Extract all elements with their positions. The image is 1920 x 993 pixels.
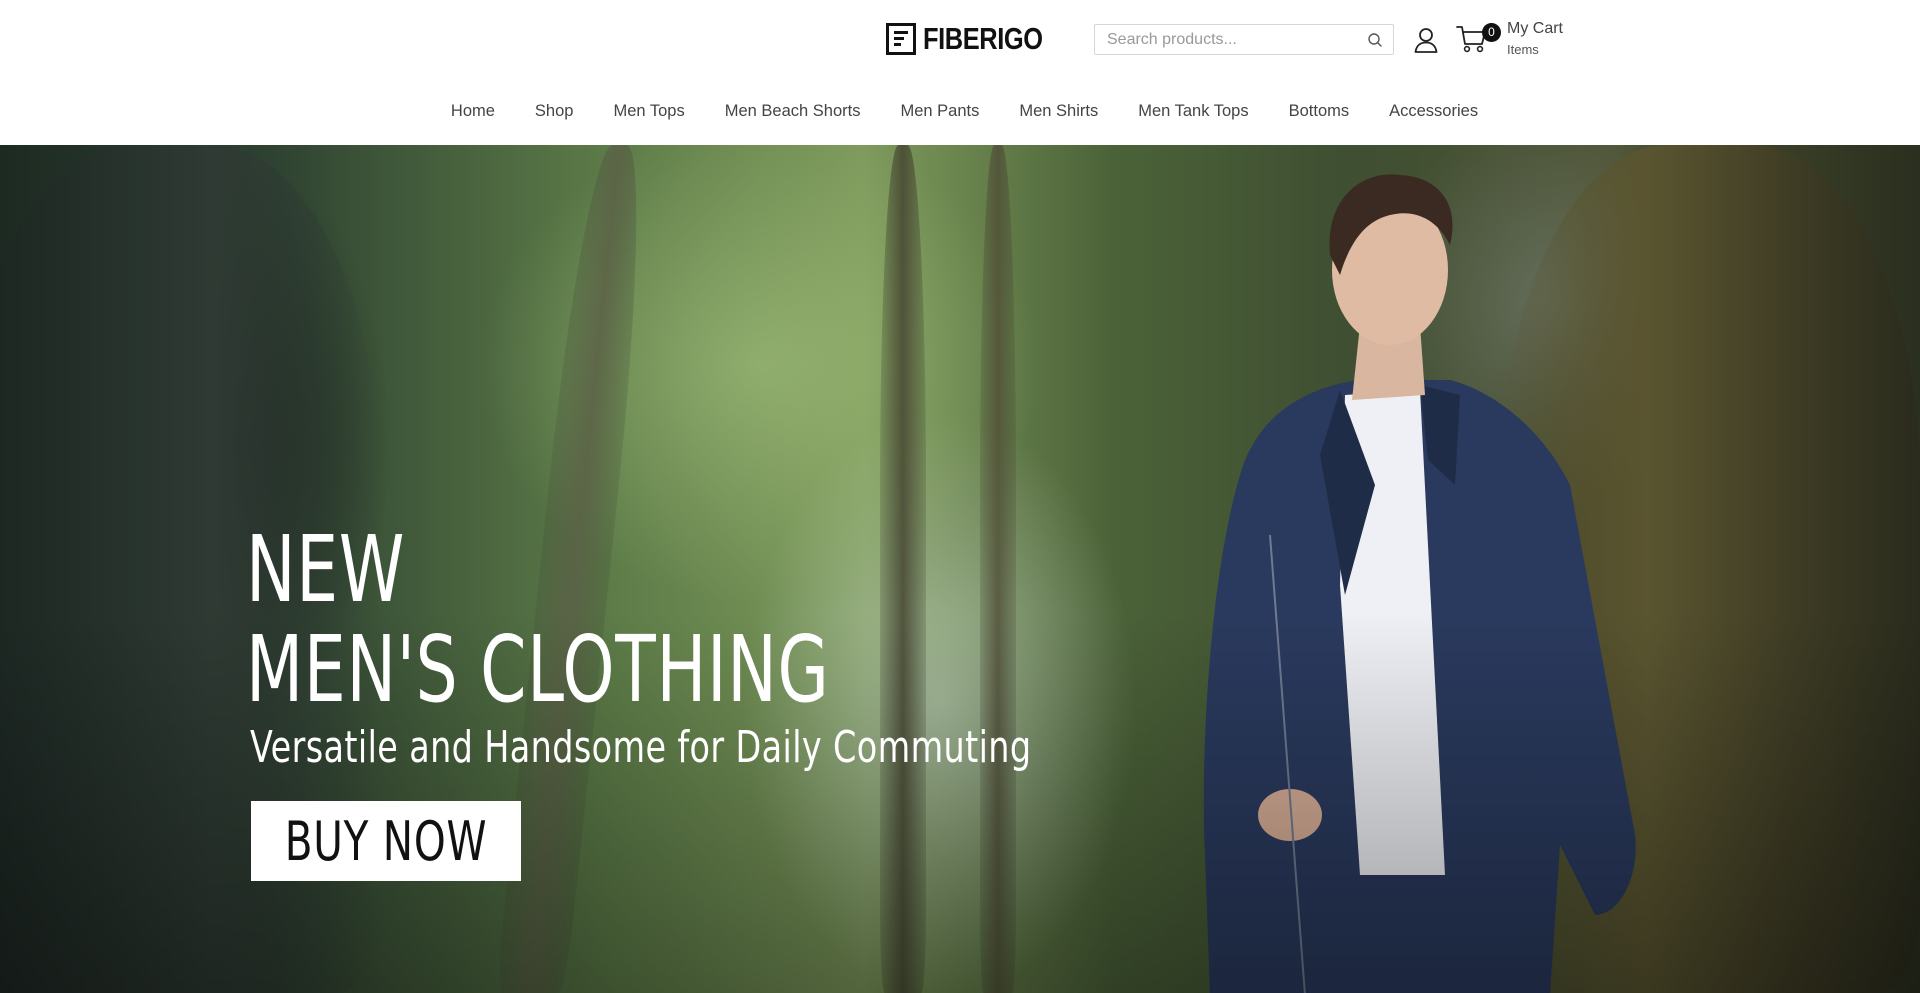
site-header: FIBERIGO 0 My Cart Items Home Shop Men T…: [0, 0, 1920, 145]
hero-headline-line-2: MEN'S CLOTHING: [246, 616, 830, 723]
nav-item-shop[interactable]: Shop: [535, 95, 574, 127]
hero-banner: NEW MEN'S CLOTHING Versatile and Handsom…: [0, 145, 1920, 993]
buy-now-button[interactable]: BUY NOW: [251, 801, 521, 881]
nav-item-men-shirts[interactable]: Men Shirts: [1019, 95, 1098, 127]
cart-count-badge: 0: [1482, 23, 1501, 42]
nav-item-bottoms[interactable]: Bottoms: [1289, 95, 1350, 127]
logo-mark-icon: [886, 23, 916, 55]
hero-subheadline: Versatile and Handsome for Daily Commuti…: [250, 722, 1032, 773]
nav-item-men-beach-shorts[interactable]: Men Beach Shorts: [725, 95, 861, 127]
cart-title: My Cart: [1507, 20, 1563, 37]
search-icon[interactable]: [1367, 32, 1383, 48]
brand-logo[interactable]: FIBERIGO: [886, 21, 1069, 56]
cart-subtitle: Items: [1507, 42, 1539, 57]
hero-copy: NEW MEN'S CLOTHING Versatile and Handsom…: [246, 520, 1057, 881]
brand-name: FIBERIGO: [923, 21, 1043, 56]
user-icon[interactable]: [1412, 26, 1440, 54]
nav-item-home[interactable]: Home: [451, 95, 495, 127]
nav-item-men-tank-tops[interactable]: Men Tank Tops: [1138, 95, 1248, 127]
nav-item-men-pants[interactable]: Men Pants: [900, 95, 979, 127]
nav-item-accessories[interactable]: Accessories: [1389, 95, 1478, 127]
hero-headline-line-1: NEW: [246, 516, 406, 623]
hero-headline: NEW MEN'S CLOTHING: [246, 520, 830, 720]
search-box: [1094, 24, 1394, 55]
nav-item-men-tops[interactable]: Men Tops: [613, 95, 684, 127]
search-input[interactable]: [1095, 25, 1350, 54]
cart-button[interactable]: 0 My Cart Items: [1456, 20, 1566, 60]
buy-now-label: BUY NOW: [284, 809, 488, 873]
main-navigation: Home Shop Men Tops Men Beach Shorts Men …: [0, 95, 1920, 127]
